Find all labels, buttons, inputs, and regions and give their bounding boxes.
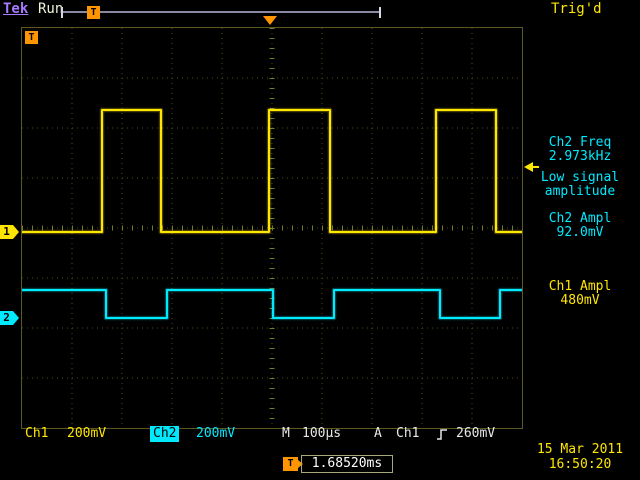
- time-readout: 16:50:20: [524, 458, 636, 472]
- ch2-ampl-value: 92.0mV: [524, 226, 636, 240]
- ch2-freq-value: 2.973kHz: [524, 150, 636, 164]
- ch1-marker-arrow-icon: [13, 225, 19, 239]
- delay-marker-label: T: [287, 458, 293, 469]
- trigger-position-arrow-icon: [263, 16, 277, 25]
- trace-ch2: [22, 290, 522, 318]
- delay-value-box: 1.68520ms: [301, 455, 393, 473]
- trigger-corner-marker-icon: T: [25, 31, 38, 44]
- delay-value: 1.68520ms: [312, 456, 382, 471]
- ch1-ground-marker-label: 1: [3, 225, 10, 238]
- timebase-value: 100µs: [302, 426, 341, 442]
- oscilloscope-screen: Tek Run T Trig'd T 1 2 Ch2 Freq 2.973kHz…: [0, 0, 640, 480]
- ch2-ground-marker-label: 2: [3, 311, 10, 324]
- trigger-group-label: A: [374, 426, 382, 442]
- ch1-ground-marker: 1: [0, 225, 13, 239]
- acquisition-state: Run: [38, 2, 63, 16]
- ch1-scale-label: Ch1: [25, 426, 48, 442]
- brand-logo: Tek: [3, 2, 28, 16]
- graticule: [21, 27, 523, 429]
- timebase-label: M: [282, 426, 290, 442]
- trigger-slope-rising-icon: [436, 428, 448, 441]
- ch1-ampl-value: 480mV: [524, 294, 636, 308]
- ch2-ampl-label: Ch2 Ampl: [524, 212, 636, 226]
- ch1-scale-value: 200mV: [67, 426, 106, 442]
- trigger-source: Ch1: [396, 426, 419, 442]
- acquisition-record-bar: T: [61, 6, 381, 19]
- record-bar-line: [61, 11, 381, 13]
- status-bar: Ch1 200mV Ch2 200mV M 100µs A Ch1 260mV: [22, 426, 522, 442]
- trigger-level-value: 260mV: [456, 426, 495, 442]
- waveform-display: [22, 28, 522, 428]
- ch1-ampl-label: Ch1 Ampl: [524, 280, 636, 294]
- ch2-marker-arrow-icon: [13, 311, 19, 325]
- ch2-freq-label: Ch2 Freq: [524, 136, 636, 150]
- delay-marker-icon: T: [283, 457, 298, 471]
- ch2-ground-marker: 2: [0, 311, 13, 325]
- record-trigger-marker-icon: T: [87, 6, 100, 19]
- ch2-scale-label: Ch2: [150, 426, 179, 442]
- date-readout: 15 Mar 2011: [524, 443, 636, 457]
- measurement-readouts: Ch2 Freq 2.973kHz Low signal amplitude C…: [524, 0, 636, 480]
- warning-line2: amplitude: [524, 185, 636, 199]
- warning-line1: Low signal: [524, 171, 636, 185]
- record-bar-left-cap: [61, 7, 63, 18]
- record-bar-right-cap: [379, 7, 381, 18]
- ch2-scale-value: 200mV: [196, 426, 235, 442]
